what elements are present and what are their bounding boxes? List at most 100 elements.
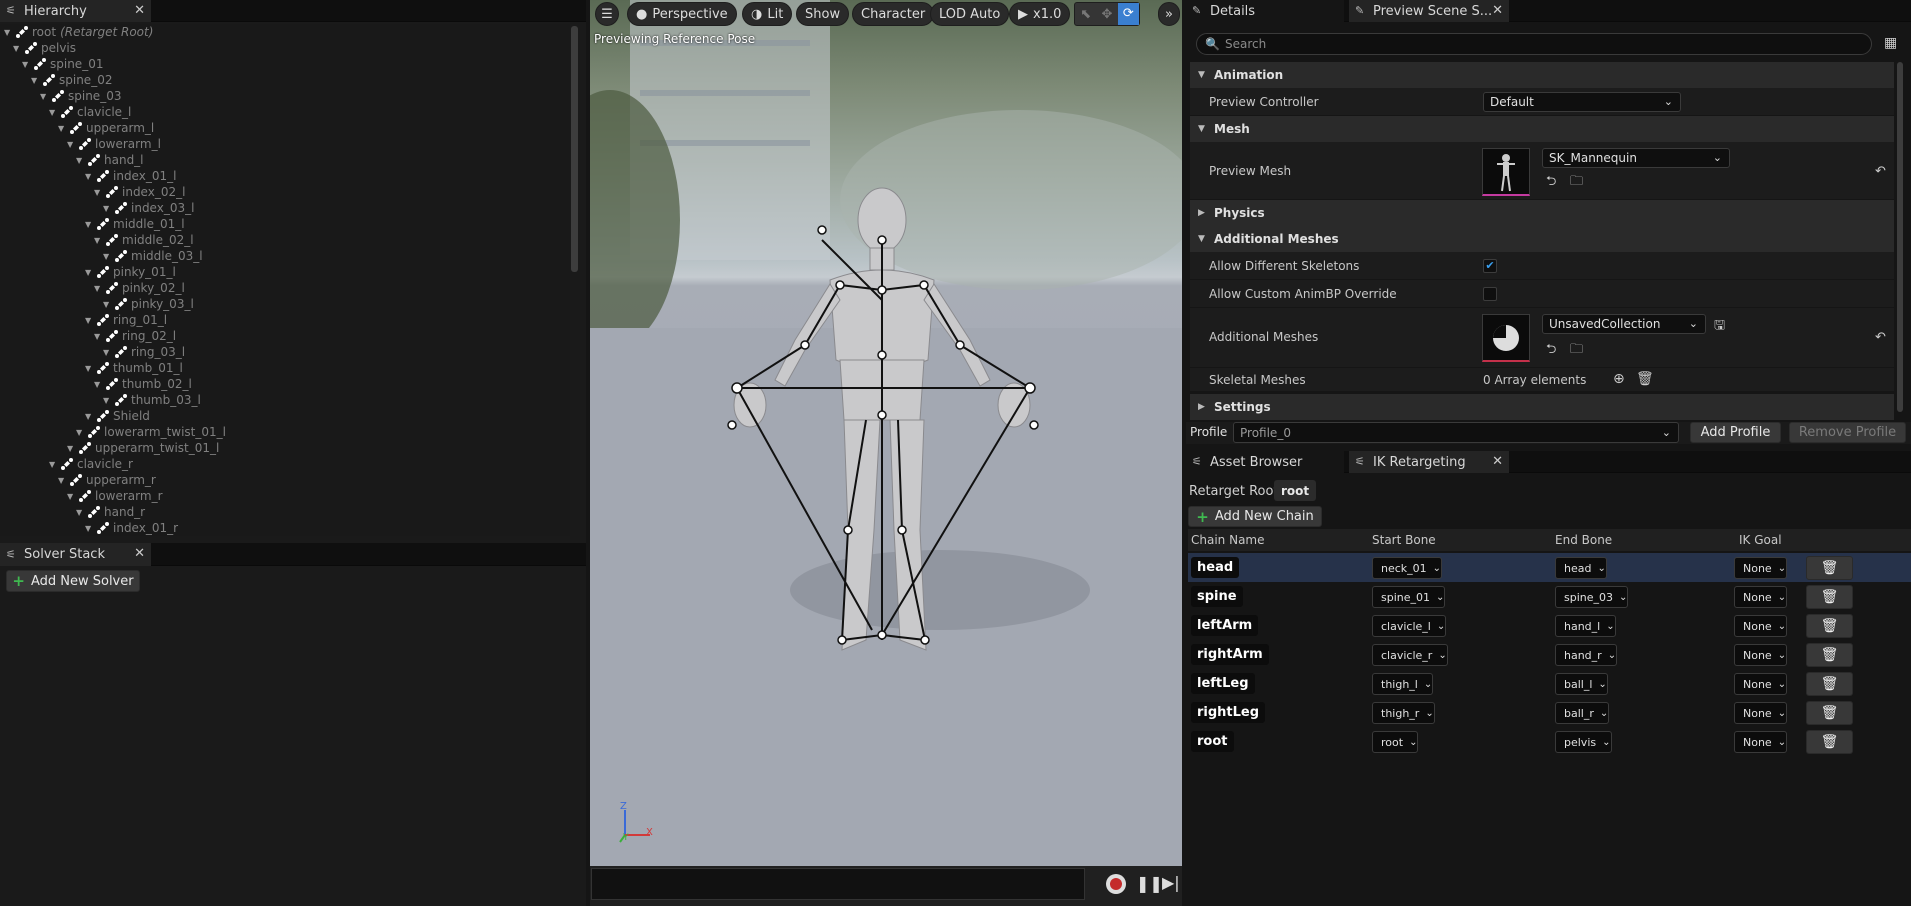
chain-row[interactable]: leftLeg thigh_l ⌄ ball_l ⌄ None ⌄ 🗑	[1188, 669, 1911, 698]
expand-arrow-icon[interactable]: ▼	[85, 172, 95, 181]
close-icon[interactable]: ✕	[1492, 3, 1503, 18]
chain-name-field[interactable]: rightArm	[1191, 644, 1269, 665]
chain-row[interactable]: head neck_01 ⌄ head ⌄ None ⌄ 🗑	[1188, 553, 1911, 582]
tree-bone-item[interactable]: ▼ index_02_l	[94, 184, 185, 200]
tree-bone-item[interactable]: ▼ clavicle_l	[49, 104, 131, 120]
expand-arrow-icon[interactable]: ▼	[31, 76, 41, 85]
character-button[interactable]: Character	[852, 2, 935, 26]
chain-name-field[interactable]: head	[1191, 557, 1240, 578]
tab-preview-scene[interactable]: ✎ Preview Scene S... ✕	[1349, 0, 1509, 22]
table-view-icon[interactable]: ▦	[1884, 35, 1897, 51]
delete-chain-button[interactable]: 🗑	[1806, 643, 1853, 667]
tree-bone-item[interactable]: ▼ Shield	[85, 408, 150, 424]
section-animation[interactable]: ▼ Animation	[1190, 62, 1894, 88]
tree-bone-item[interactable]: ▼ middle_02_l	[94, 232, 194, 248]
lit-button[interactable]: ◑ Lit	[742, 2, 793, 26]
tree-bone-item[interactable]: ▼ middle_03_l	[103, 248, 203, 264]
tree-bone-item[interactable]: ▼ index_01_r	[85, 520, 178, 536]
expand-arrow-icon[interactable]: ▼	[85, 268, 95, 277]
tab-asset-browser[interactable]: ⚟ Asset Browser	[1186, 451, 1344, 473]
chain-name-field[interactable]: spine	[1191, 586, 1243, 607]
expand-arrow-icon[interactable]: ▼	[67, 444, 77, 453]
chain-name-field[interactable]: root	[1191, 731, 1234, 752]
show-button[interactable]: Show	[796, 2, 850, 26]
tree-bone-item[interactable]: ▼ thumb_02_l	[94, 376, 192, 392]
more-options-button[interactable]: »	[1158, 2, 1180, 26]
tree-bone-item[interactable]: ▼ upperarm_twist_01_l	[67, 440, 219, 456]
expand-arrow-icon[interactable]: ▼	[13, 44, 23, 53]
expand-arrow-icon[interactable]: ▼	[85, 524, 95, 533]
delete-chain-button[interactable]: 🗑	[1806, 614, 1853, 638]
hierarchy-scrollbar[interactable]	[571, 26, 578, 272]
tree-root-item[interactable]: ▼ root (Retarget Root)	[4, 24, 153, 40]
start-bone-dropdown[interactable]: clavicle_l ⌄	[1372, 615, 1447, 637]
expand-arrow-icon[interactable]: ▼	[40, 92, 50, 101]
preview-mesh-dropdown[interactable]: SK_Mannequin ⌄	[1542, 148, 1730, 168]
start-bone-dropdown[interactable]: thigh_r ⌄	[1372, 702, 1435, 724]
tree-bone-item[interactable]: ▼ ring_02_l	[94, 328, 176, 344]
tree-bone-item[interactable]: ▼ ring_01_l	[85, 312, 167, 328]
delete-chain-button[interactable]: 🗑	[1806, 701, 1853, 725]
delete-chain-button[interactable]: 🗑	[1806, 730, 1853, 754]
allow-diff-skeletons-checkbox[interactable]: ✔	[1483, 259, 1497, 273]
start-bone-dropdown[interactable]: thigh_l ⌄	[1372, 673, 1434, 695]
retarget-root-value[interactable]: root	[1274, 480, 1317, 501]
delete-chain-button[interactable]: 🗑	[1806, 556, 1853, 580]
playback-speed-button[interactable]: ▶ x1.0	[1009, 2, 1071, 26]
ik-goal-dropdown[interactable]: None ⌄	[1734, 586, 1788, 608]
pause-icon[interactable]: ❚❚	[1136, 874, 1163, 893]
start-bone-dropdown[interactable]: clavicle_r ⌄	[1372, 644, 1448, 666]
add-profile-button[interactable]: Add Profile	[1690, 422, 1781, 443]
tree-bone-item[interactable]: ▼ hand_l	[76, 152, 144, 168]
tree-bone-item[interactable]: ▼ pelvis	[13, 40, 76, 56]
end-bone-dropdown[interactable]: hand_l ⌄	[1555, 615, 1616, 637]
expand-arrow-icon[interactable]: ▼	[85, 220, 95, 229]
chain-name-field[interactable]: leftLeg	[1191, 673, 1255, 694]
start-bone-dropdown[interactable]: spine_01 ⌄	[1372, 586, 1446, 608]
remove-profile-button[interactable]: Remove Profile	[1789, 422, 1906, 443]
close-icon[interactable]: ✕	[1492, 454, 1503, 469]
record-button[interactable]	[1106, 874, 1126, 894]
save-icon[interactable]: 🖫	[1714, 316, 1725, 338]
tree-bone-item[interactable]: ▼ upperarm_l	[58, 120, 154, 136]
close-icon[interactable]: ✕	[134, 546, 145, 561]
ik-goal-dropdown[interactable]: None ⌄	[1734, 702, 1788, 724]
add-element-icon[interactable]: ⊕	[1613, 371, 1625, 387]
tree-bone-item[interactable]: ▼ thumb_01_l	[85, 360, 183, 376]
details-search-input[interactable]: 🔍 Search	[1196, 33, 1872, 55]
expand-arrow-icon[interactable]: ▼	[76, 156, 86, 165]
reset-arrow-icon[interactable]: ↶	[1875, 330, 1886, 345]
tree-bone-item[interactable]: ▼ spine_01	[22, 56, 103, 72]
tab-solver-stack[interactable]: ⚟ Solver Stack ✕	[0, 543, 151, 566]
tree-bone-item[interactable]: ▼ ring_03_l	[103, 344, 185, 360]
expand-arrow-icon[interactable]: ▼	[85, 316, 95, 325]
tree-bone-item[interactable]: ▼ upperarm_r	[58, 472, 156, 488]
expand-arrow-icon[interactable]: ▼	[49, 108, 59, 117]
expand-arrow-icon[interactable]: ▼	[94, 284, 104, 293]
lod-button[interactable]: LOD Auto	[930, 2, 1010, 26]
use-selected-icon[interactable]: ⮌	[1546, 172, 1556, 194]
mesh-thumbnail[interactable]	[1482, 148, 1530, 196]
add-new-solver-button[interactable]: + Add New Solver	[6, 570, 140, 592]
delete-chain-button[interactable]: 🗑	[1806, 585, 1853, 609]
end-bone-dropdown[interactable]: ball_l ⌄	[1555, 673, 1608, 695]
close-icon[interactable]: ✕	[134, 3, 145, 18]
tree-bone-item[interactable]: ▼ index_01_l	[85, 168, 176, 184]
expand-arrow-icon[interactable]: ▼	[103, 252, 113, 261]
expand-arrow-icon[interactable]: ▼	[103, 348, 113, 357]
tree-bone-item[interactable]: ▼ pinky_03_l	[103, 296, 194, 312]
expand-arrow-icon[interactable]: ▼	[94, 236, 104, 245]
start-bone-dropdown[interactable]: neck_01 ⌄	[1372, 557, 1443, 579]
expand-arrow-icon[interactable]: ▼	[103, 204, 113, 213]
reset-arrow-icon[interactable]: ↶	[1875, 164, 1886, 179]
tree-bone-item[interactable]: ▼ pinky_02_l	[94, 280, 185, 296]
chain-name-field[interactable]: leftArm	[1191, 615, 1259, 636]
expand-arrow-icon[interactable]: ▼	[76, 428, 86, 437]
ik-goal-dropdown[interactable]: None ⌄	[1734, 615, 1788, 637]
end-bone-dropdown[interactable]: spine_03 ⌄	[1555, 586, 1629, 608]
tab-hierarchy[interactable]: ⚟ Hierarchy ✕	[0, 0, 151, 22]
bone-hierarchy-tree[interactable]: ▼ root (Retarget Root) ▼ pelvis ▼ spine_01 ▼ spi…	[0, 24, 570, 536]
trash-icon[interactable]: 🗑	[1636, 371, 1654, 387]
expand-arrow-icon[interactable]: ▼	[103, 396, 113, 405]
expand-arrow-icon[interactable]: ▼	[67, 492, 77, 501]
